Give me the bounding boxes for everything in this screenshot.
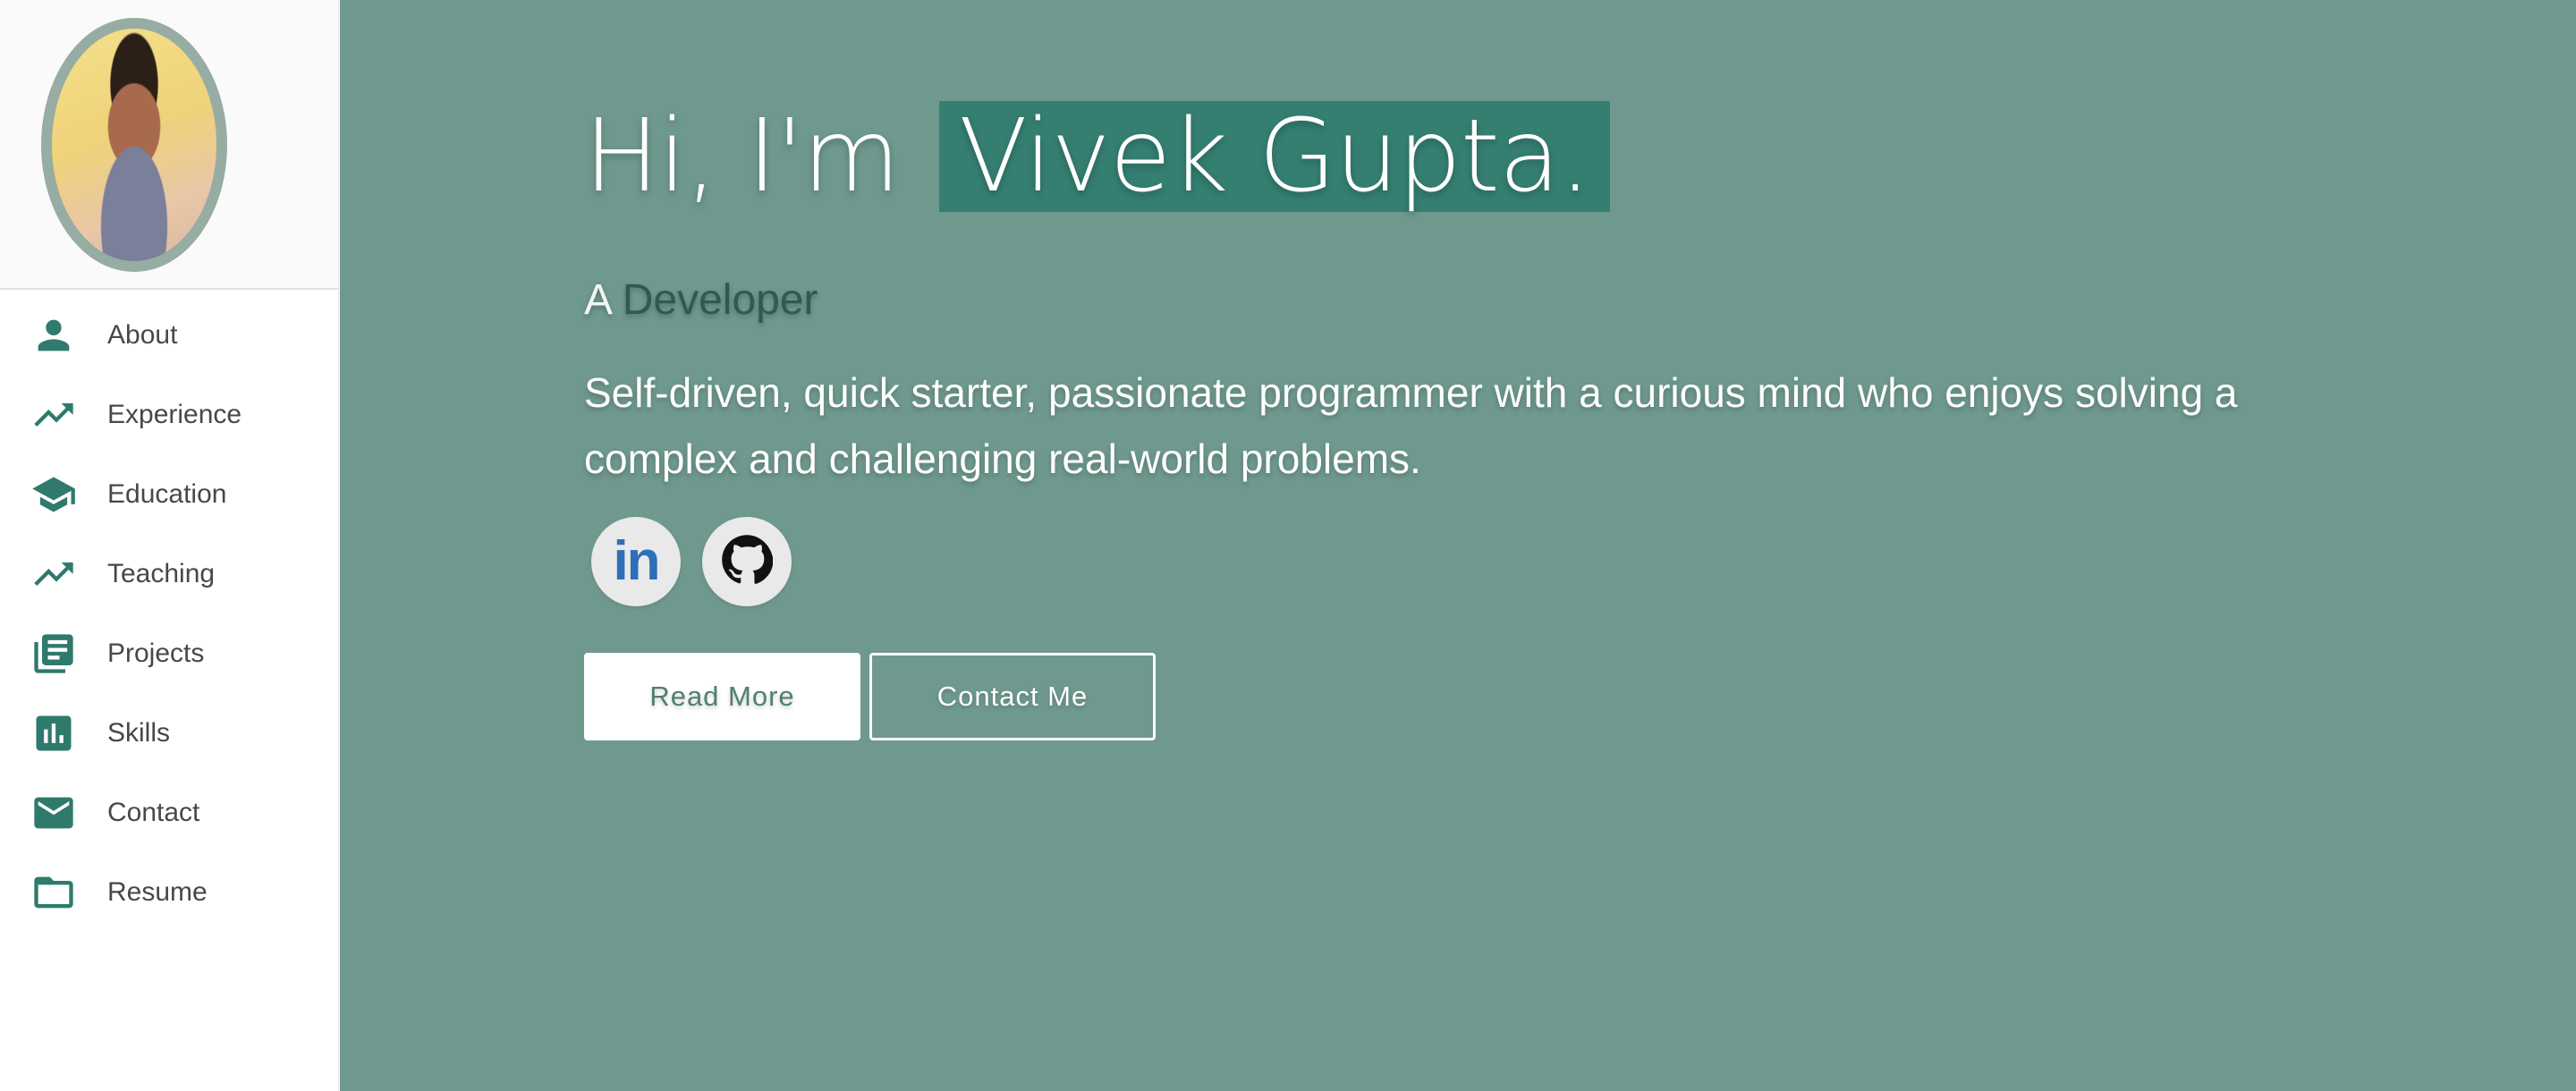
role-prefix: A: [584, 276, 611, 324]
sidebar-item-label: Contact: [107, 797, 200, 827]
sidebar-nav: About Experience Education Teaching Proj…: [0, 295, 338, 932]
sidebar-item-about[interactable]: About: [0, 295, 338, 375]
contact-me-button[interactable]: Contact Me: [869, 653, 1156, 740]
sidebar-item-skills[interactable]: Skills: [0, 693, 338, 773]
greeting-text: Hi, I'm: [584, 98, 900, 215]
sidebar-item-label: Experience: [107, 399, 242, 429]
sidebar-item-contact[interactable]: Contact: [0, 773, 338, 852]
sidebar-item-label: Projects: [107, 638, 205, 668]
sidebar-item-label: Resume: [107, 876, 208, 907]
sidebar: About Experience Education Teaching Proj…: [0, 0, 339, 1091]
role-line: A Developer: [584, 275, 818, 325]
name-highlight: Vivek Gupta.: [939, 101, 1611, 212]
hero-headline: Hi, I'm Vivek Gupta.: [584, 98, 1611, 215]
sidebar-item-education[interactable]: Education: [0, 454, 338, 534]
hero-actions: Read More Contact Me: [584, 653, 1156, 740]
bar-chart-icon: [30, 710, 77, 757]
person-icon: [30, 312, 77, 359]
role-text: Developer: [622, 276, 818, 324]
sidebar-item-label: Teaching: [107, 558, 216, 588]
social-links: in: [591, 517, 792, 606]
github-link[interactable]: [702, 517, 792, 606]
sidebar-item-teaching[interactable]: Teaching: [0, 534, 338, 613]
sidebar-item-projects[interactable]: Projects: [0, 613, 338, 693]
sidebar-item-label: Skills: [107, 717, 171, 748]
linkedin-link[interactable]: in: [591, 517, 681, 606]
read-more-button[interactable]: Read More: [584, 653, 860, 740]
avatar: [41, 18, 227, 272]
graduation-cap-icon: [30, 471, 77, 518]
sidebar-item-experience[interactable]: Experience: [0, 375, 338, 454]
sidebar-item-label: Education: [107, 478, 227, 509]
sidebar-item-label: About: [107, 319, 178, 350]
profile-header: [0, 0, 338, 290]
trending-up-icon: [30, 392, 77, 438]
hero-description: Self-driven, quick starter, passionate p…: [584, 369, 2238, 482]
sidebar-item-resume[interactable]: Resume: [0, 852, 338, 932]
github-icon: [721, 534, 774, 589]
trending-up-icon: [30, 551, 77, 597]
hero-section: Hi, I'm Vivek Gupta. A Developer Self-dr…: [340, 0, 2576, 1091]
folder-icon: [30, 869, 77, 916]
library-books-icon: [30, 630, 77, 677]
mail-icon: [30, 790, 77, 836]
linkedin-icon: in: [613, 530, 660, 592]
